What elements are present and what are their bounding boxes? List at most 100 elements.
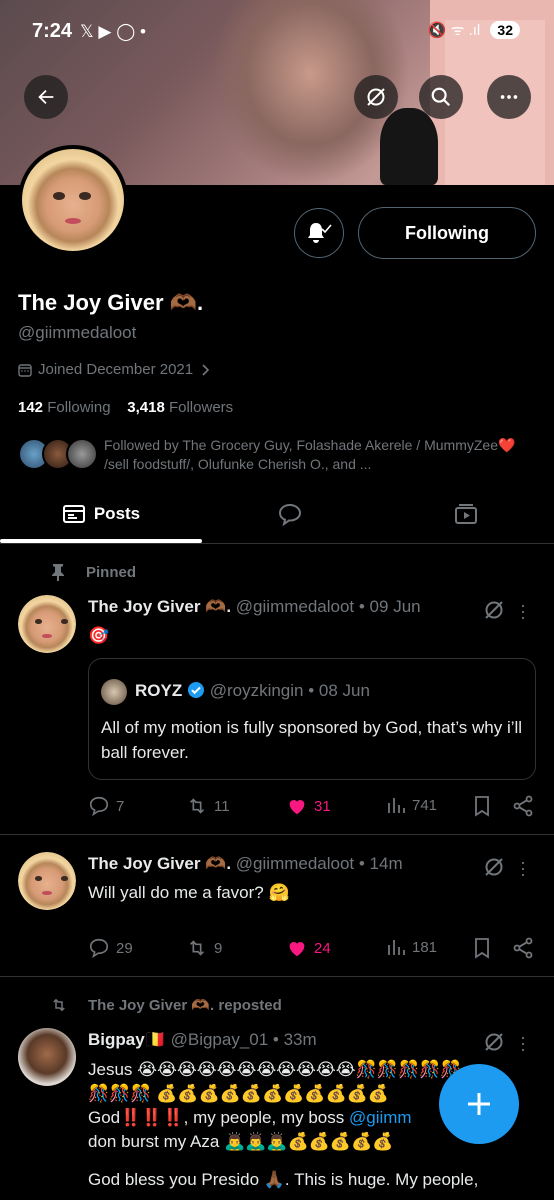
- back-button[interactable]: [24, 75, 68, 119]
- quoted-post[interactable]: ROYZ @royzkingin • 08 Jun All of my moti…: [88, 658, 536, 780]
- repost-icon: [53, 998, 65, 1012]
- mini-avatar: [66, 438, 98, 470]
- reply-icon: [89, 796, 109, 817]
- followed-by[interactable]: Followed by The Grocery Guy, Folashade A…: [18, 436, 534, 474]
- reply-button[interactable]: 29: [88, 937, 133, 959]
- post-avatar[interactable]: [18, 852, 76, 910]
- following-button[interactable]: Following: [358, 207, 536, 259]
- joined-date[interactable]: Joined December 2021: [18, 361, 211, 378]
- post-avatar[interactable]: [18, 1028, 76, 1086]
- post-more-icon[interactable]: · · ·: [518, 853, 528, 883]
- grok-icon[interactable]: [482, 598, 506, 622]
- post-meta: @giimmedaloot • 14m: [235, 854, 403, 873]
- plus-icon: [468, 1093, 490, 1115]
- joined-text: Joined December 2021: [38, 361, 194, 378]
- quote-text: All of my motion is fully sponsored by G…: [101, 718, 523, 762]
- tab-media[interactable]: [378, 485, 554, 543]
- following-stat[interactable]: 142 Following: [18, 399, 111, 416]
- notifications-button[interactable]: [294, 208, 344, 258]
- views-button[interactable]: 181: [386, 937, 437, 957]
- reply-button[interactable]: 7: [88, 795, 124, 817]
- bookmark-button[interactable]: [472, 937, 492, 959]
- pinned-label: Pinned: [50, 563, 136, 581]
- bookmark-button[interactable]: [472, 795, 492, 817]
- post-meta: @giimmedaloot • 09 Jun: [235, 597, 421, 616]
- post-text: 🎯: [88, 626, 110, 645]
- post-actions: 29 9 24 181: [88, 937, 538, 963]
- profile-handle: @giimmedaloot: [18, 323, 137, 342]
- status-signal-icons: 🔇 ᯤ .ıl: [427, 22, 481, 39]
- tab-posts-label: Posts: [93, 504, 141, 523]
- share-icon: [513, 937, 533, 959]
- views-icon: [388, 798, 405, 813]
- share-icon: [513, 795, 533, 817]
- post-author-name[interactable]: Bigpay🇧🇪: [88, 1030, 166, 1049]
- reply-icon: [89, 938, 109, 959]
- bell-check-icon: [308, 223, 332, 243]
- post-text: Will yall do me a favor? 🤗: [88, 883, 290, 902]
- quote-meta: @royzkingin • 08 Jun: [209, 681, 370, 700]
- search-icon: [431, 87, 451, 107]
- repost-button[interactable]: 11: [186, 795, 230, 817]
- post-header: Bigpay🇧🇪 @Bigpay_01 • 33m: [88, 1030, 317, 1050]
- repost-icon: [189, 798, 205, 814]
- heart-filled-icon: [289, 942, 305, 957]
- more-icon: [500, 95, 518, 99]
- tab-posts[interactable]: Posts: [0, 485, 202, 543]
- chevron-right-icon: [202, 363, 210, 376]
- share-button[interactable]: [512, 937, 534, 959]
- followed-by-text: Followed by The Grocery Guy, Folashade A…: [104, 437, 516, 472]
- follow-stats: 142 Following 3,418 Followers: [18, 399, 233, 416]
- active-tab-indicator: [0, 539, 202, 543]
- tab-replies[interactable]: [202, 485, 378, 543]
- post-avatar[interactable]: [18, 595, 76, 653]
- more-options-button[interactable]: [487, 75, 531, 119]
- status-app-icons: 𝕏 ▶ ◯ •: [80, 22, 146, 41]
- quote-avatar: [101, 679, 127, 705]
- media-icon: [455, 504, 477, 524]
- views-button[interactable]: 741: [386, 795, 437, 815]
- battery-indicator: 32: [490, 21, 520, 39]
- profile-tabs: Posts: [0, 485, 554, 544]
- mention-link[interactable]: @giimm: [349, 1108, 412, 1127]
- post-more-icon[interactable]: · · ·: [518, 596, 528, 626]
- repost-indicator: The Joy Giver 🫶🏾. reposted: [50, 996, 282, 1014]
- bookmark-icon: [475, 796, 489, 817]
- post-header: The Joy Giver 🫶🏾. @giimmedaloot • 09 Jun: [88, 597, 421, 617]
- posts-icon: [62, 505, 85, 523]
- followers-stat[interactable]: 3,418 Followers: [127, 399, 233, 416]
- status-right: 🔇 ᯤ .ıl 32: [428, 20, 520, 40]
- calendar-icon: [18, 363, 32, 377]
- repost-icon: [189, 940, 205, 956]
- divider: [0, 834, 554, 835]
- post-author-name[interactable]: The Joy Giver 🫶🏾.: [88, 854, 231, 873]
- post-author-name[interactable]: The Joy Giver 🫶🏾.: [88, 597, 231, 616]
- post-more-icon[interactable]: · · ·: [518, 1028, 528, 1058]
- grok-icon[interactable]: [482, 1030, 506, 1054]
- profile-name: The Joy Giver 🫶🏾.: [18, 290, 204, 315]
- like-button[interactable]: 24: [286, 937, 331, 959]
- back-arrow-icon: [38, 89, 54, 105]
- grok-icon: [367, 88, 385, 106]
- divider: [0, 976, 554, 977]
- post-header: The Joy Giver 🫶🏾. @giimmedaloot • 14m: [88, 854, 403, 874]
- views-icon: [388, 940, 405, 955]
- post-actions: 7 11 31 741: [88, 795, 538, 821]
- quote-author-name: ROYZ: [135, 681, 183, 700]
- verified-badge-icon: [187, 682, 204, 698]
- repost-button[interactable]: 9: [186, 937, 222, 959]
- pin-icon: [52, 564, 64, 581]
- compose-post-button[interactable]: [439, 1064, 519, 1144]
- search-button[interactable]: [419, 75, 463, 119]
- bookmark-icon: [475, 938, 489, 959]
- reply-bubble-icon: [278, 503, 302, 526]
- grok-icon[interactable]: [482, 855, 506, 879]
- grok-button[interactable]: [354, 75, 398, 119]
- like-button[interactable]: 31: [286, 795, 331, 817]
- status-bar: 7:24 𝕏 ▶ ◯ • 🔇 ᯤ .ıl 32: [0, 0, 554, 64]
- profile-avatar[interactable]: [18, 145, 128, 255]
- followed-by-avatars: [18, 436, 100, 472]
- share-button[interactable]: [512, 795, 534, 817]
- post-text-line: God bless you Presido 🙏🏾. This is huge. …: [88, 1170, 479, 1189]
- heart-filled-icon: [289, 800, 305, 815]
